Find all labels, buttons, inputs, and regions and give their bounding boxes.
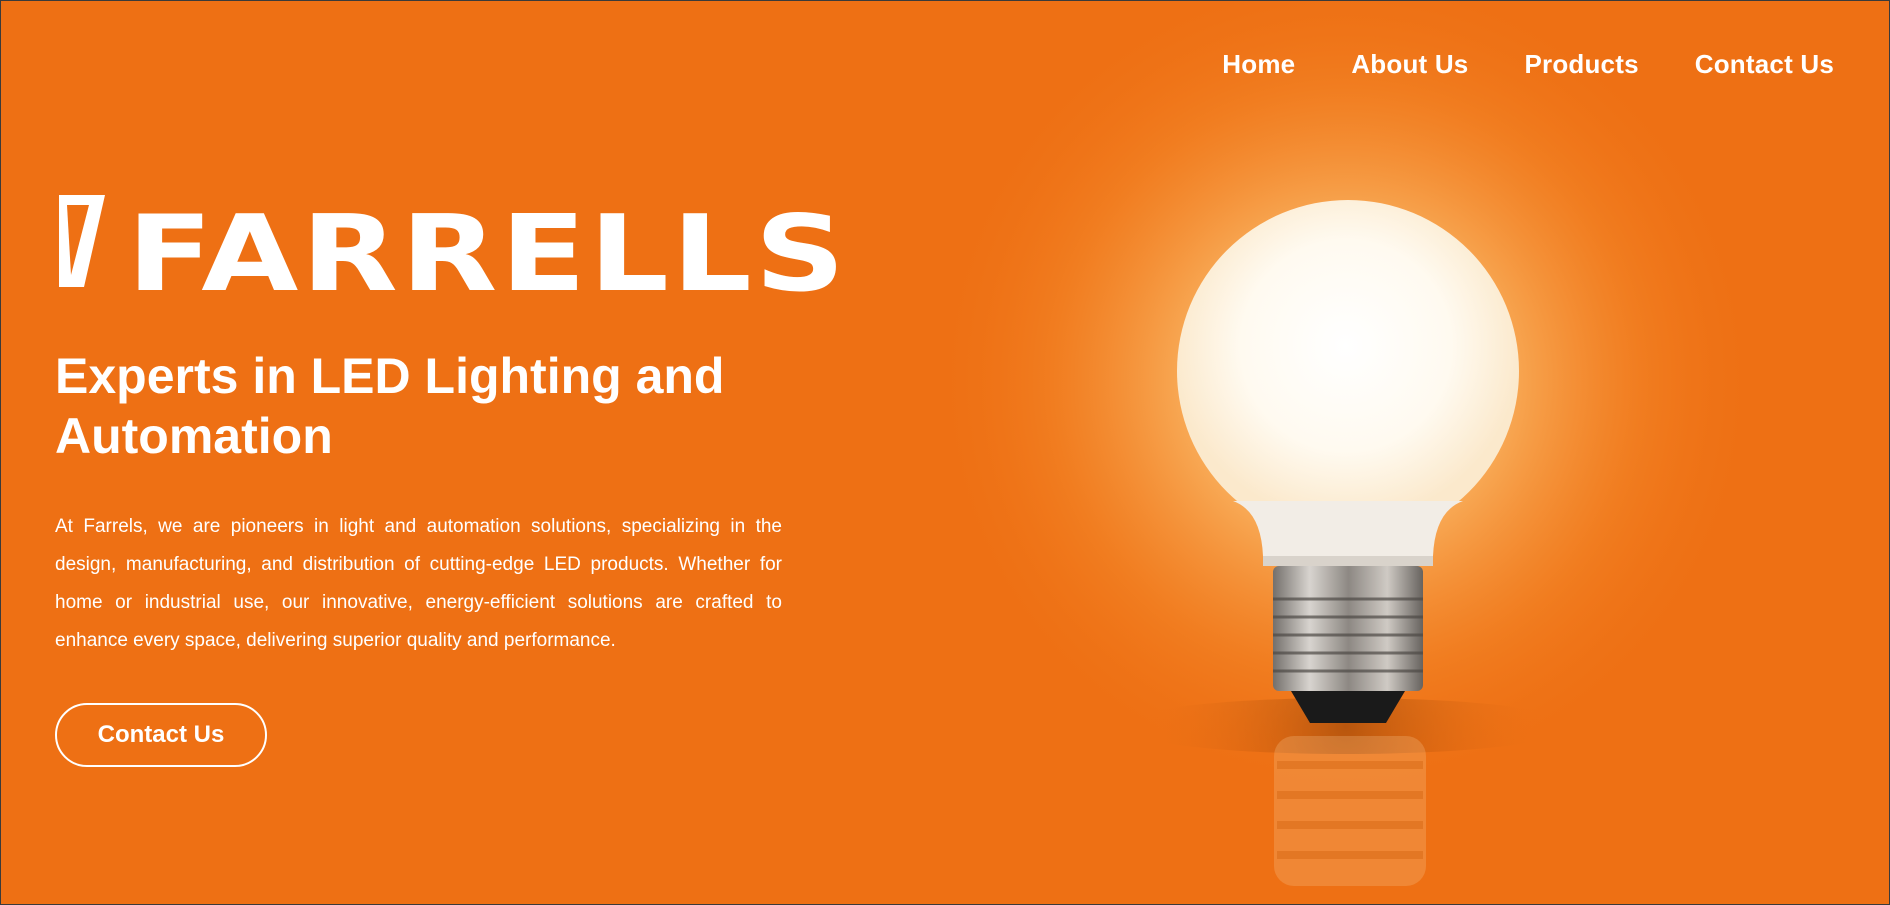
nav-home-link[interactable]: Home [1222,49,1295,80]
logo-mark-icon [59,195,105,287]
brand-name: FARRELLS [127,193,848,316]
nav-products-link[interactable]: Products [1524,49,1638,80]
main-nav: Home About Us Products Contact Us [1222,49,1834,80]
nav-about-link[interactable]: About Us [1351,49,1468,80]
hero-section: Home About Us Products Contact Us FARREL… [0,0,1890,905]
brand-logo[interactable]: FARRELLS [57,179,863,307]
contact-us-button[interactable]: Contact Us [55,703,267,767]
hero-headline: Experts in LED Lighting and Automation [55,348,725,464]
hero-description: At Farrels, we are pioneers in light and… [55,516,782,651]
nav-contact-link[interactable]: Contact Us [1695,49,1834,80]
